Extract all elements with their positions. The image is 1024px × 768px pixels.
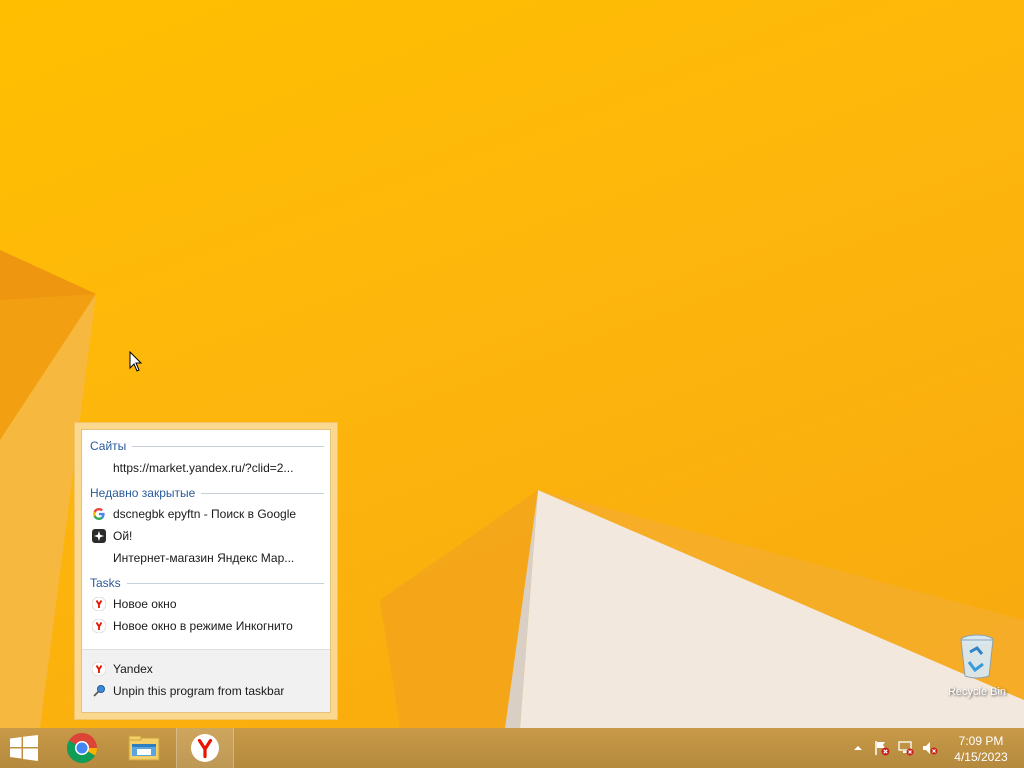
jump-list-panel: Сайты https://market.yandex.ru/?clid=2..…	[81, 429, 331, 713]
taskbar-chrome[interactable]	[54, 728, 110, 768]
section-label: Tasks	[90, 576, 121, 590]
sparkle-icon	[91, 528, 107, 544]
jump-list: Сайты https://market.yandex.ru/?clid=2..…	[74, 422, 338, 720]
taskbar-yandex-browser[interactable]	[176, 728, 234, 768]
item-label: Unpin this program from taskbar	[113, 684, 285, 698]
jump-list-item-new-window[interactable]: Новое окно	[82, 593, 330, 615]
item-label: Новое окно	[113, 597, 177, 611]
taskbar-file-explorer[interactable]	[116, 728, 172, 768]
section-label: Сайты	[90, 439, 127, 453]
clock-time: 7:09 PM	[958, 734, 1004, 748]
jump-list-footer: Yandex Unpin this program from taskbar	[82, 649, 330, 712]
section-label: Недавно закрытые	[90, 486, 196, 500]
jump-list-item-google-search[interactable]: dscnegbk epyftn - Поиск в Google	[82, 503, 330, 525]
jump-list-item-market-site[interactable]: https://market.yandex.ru/?clid=2...	[82, 457, 330, 479]
network-icon[interactable]	[898, 740, 914, 756]
item-label: dscnegbk epyftn - Поиск в Google	[113, 507, 297, 521]
jump-list-item-unpin[interactable]: Unpin this program from taskbar	[82, 680, 330, 702]
item-label: https://market.yandex.ru/?clid=2...	[113, 461, 294, 475]
item-label: Yandex	[113, 662, 153, 676]
item-label: Новое окно в режиме Инкогнито	[113, 619, 293, 633]
jump-list-item-yandex-app[interactable]: Yandex	[82, 658, 330, 680]
section-header-sites: Сайты	[90, 438, 324, 454]
yandex-icon	[191, 734, 219, 762]
recycle-bin-icon	[960, 634, 994, 679]
recycle-bin[interactable]: Recycle Bin	[940, 632, 1014, 698]
item-label: Интернет-магазин Яндекс Мар...	[113, 551, 295, 565]
folder-icon	[128, 735, 160, 761]
yandex-icon	[91, 596, 107, 612]
volume-muted-icon[interactable]	[922, 740, 938, 756]
clock-date: 4/15/2023	[954, 750, 1008, 764]
google-icon	[91, 506, 107, 522]
show-hidden-icons-chevron[interactable]	[850, 740, 866, 756]
jump-list-item-incognito-window[interactable]: Новое окно в режиме Инкогнито	[82, 615, 330, 637]
recycle-bin-label: Recycle Bin	[947, 686, 1007, 698]
blank-icon	[91, 460, 107, 476]
yandex-icon	[91, 618, 107, 634]
start-button[interactable]	[0, 728, 48, 768]
blank-icon	[91, 550, 107, 566]
desktop[interactable]: Recycle Bin Сайты https://market.yandex.…	[0, 0, 1024, 728]
jump-list-item-yandex-market[interactable]: Интернет-магазин Яндекс Мар...	[82, 547, 330, 569]
jump-list-item-oops[interactable]: Ой!	[82, 525, 330, 547]
chrome-icon	[66, 733, 98, 764]
taskbar	[0, 728, 1024, 768]
yandex-icon	[91, 661, 107, 677]
pin-icon	[91, 683, 107, 699]
item-label: Ой!	[113, 529, 133, 543]
mouse-cursor-icon	[129, 351, 143, 372]
section-header-recent: Недавно закрытые	[90, 485, 324, 501]
taskbar-clock[interactable]: 7:09 PM 4/15/2023	[946, 733, 1016, 765]
action-center-flag-icon[interactable]	[874, 740, 890, 756]
section-header-tasks: Tasks	[90, 575, 324, 591]
windows-logo-icon	[10, 735, 38, 761]
